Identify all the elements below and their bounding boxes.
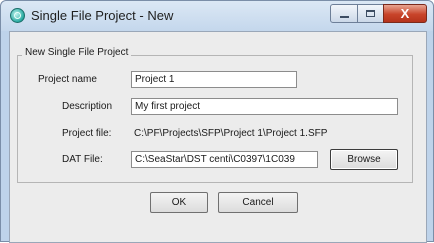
project-name-label: Project name (38, 74, 97, 85)
maximize-button[interactable] (357, 4, 384, 23)
minimize-button[interactable] (330, 4, 358, 23)
close-icon: X (400, 6, 410, 21)
description-input[interactable]: My first project (131, 98, 398, 115)
globe-app-icon (10, 8, 25, 23)
browse-button[interactable]: Browse (330, 149, 398, 170)
title-bar[interactable]: Single File Project - New X (1, 1, 433, 31)
project-file-label: Project file: (62, 128, 112, 139)
project-name-input[interactable]: Project 1 (131, 71, 297, 88)
description-label: Description (62, 101, 113, 112)
cancel-button[interactable]: Cancel (218, 192, 298, 213)
dat-file-input[interactable]: C:\SeaStar\DST centi\C0397\1C039 (131, 151, 318, 168)
window-title: Single File Project - New (31, 8, 174, 23)
close-button[interactable]: X (383, 4, 427, 23)
minimize-icon (339, 15, 349, 18)
ok-button[interactable]: OK (150, 192, 208, 213)
dat-file-label: DAT File: (62, 154, 103, 165)
project-file-path: C:\PF\Projects\SFP\Project 1\Project 1.S… (134, 128, 328, 139)
maximize-icon (366, 10, 375, 17)
group-title: New Single File Project (22, 47, 132, 58)
